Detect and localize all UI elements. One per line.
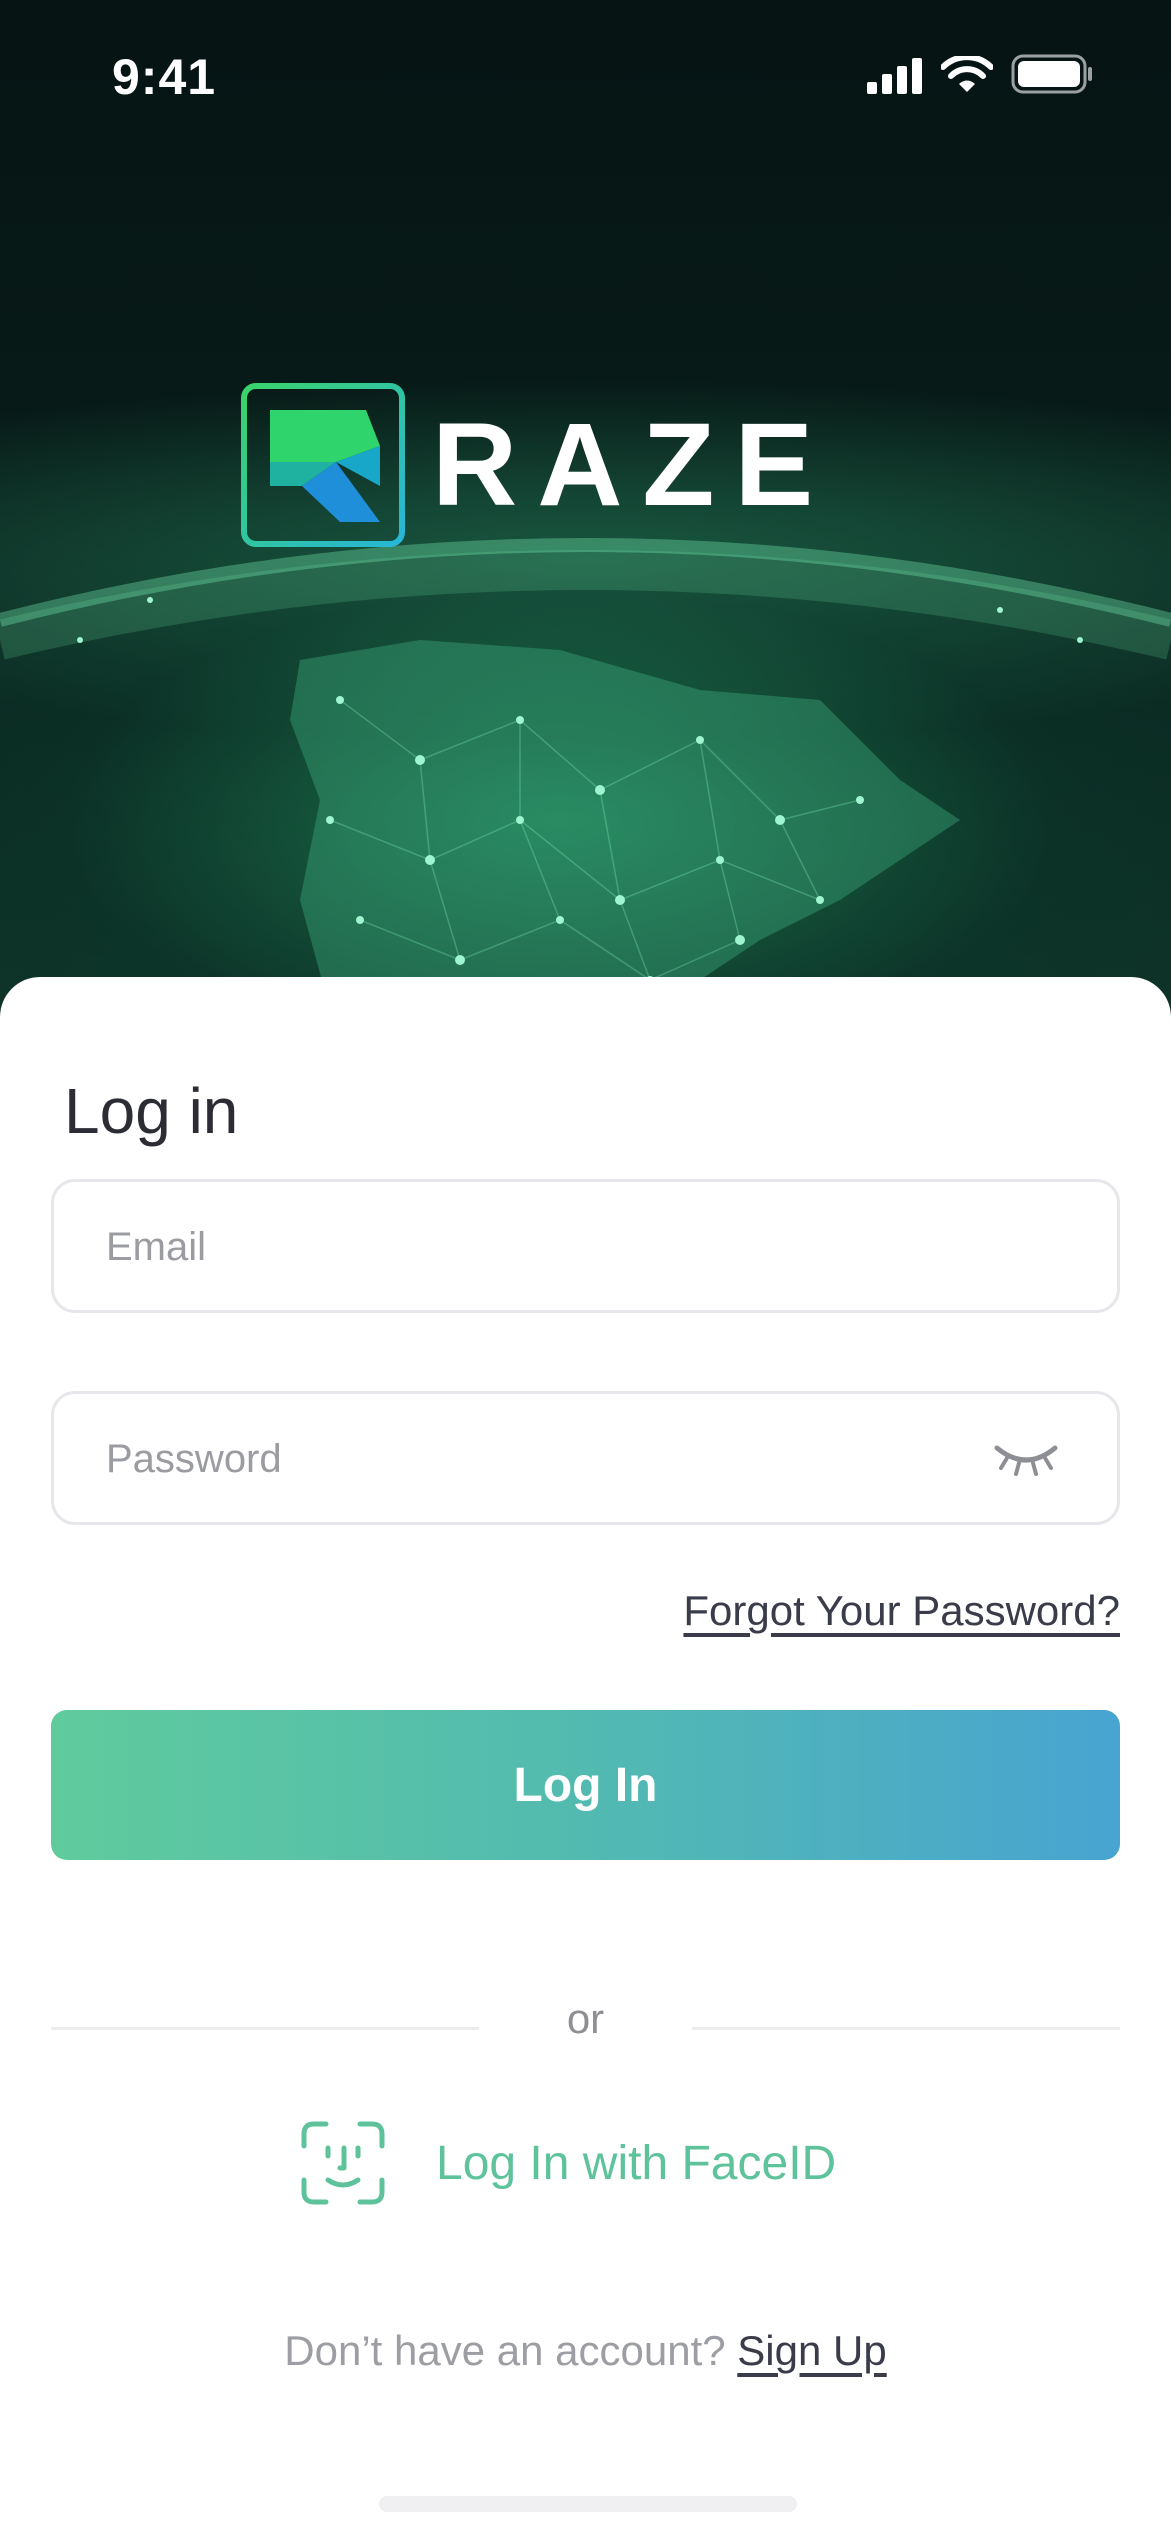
signup-link[interactable]: Sign Up xyxy=(737,2327,886,2374)
signup-prompt-text: Don’t have an account? xyxy=(284,2327,726,2374)
status-icons xyxy=(867,54,1093,94)
status-time: 9:41 xyxy=(112,49,217,105)
wifi-icon xyxy=(941,56,993,92)
brand-wordmark: RAZE xyxy=(432,399,834,531)
cellular-signal-icon xyxy=(867,58,922,94)
signup-prompt-row: Don’t have an account? Sign Up xyxy=(0,2327,1171,2375)
email-input[interactable] xyxy=(104,1182,1008,1312)
password-field-container xyxy=(51,1391,1120,1525)
email-field-container xyxy=(51,1179,1120,1313)
home-indicator xyxy=(379,2496,797,2512)
divider-right xyxy=(692,2027,1120,2030)
hero-background: 9:41 RAZE xyxy=(0,0,1171,1010)
eye-closed-icon[interactable] xyxy=(993,1438,1059,1478)
faceid-icon xyxy=(301,2121,385,2205)
status-bar: 9:41 xyxy=(0,0,1171,150)
battery-icon xyxy=(1011,54,1092,94)
login-sheet: Log in Forgot Your Password? Log In or xyxy=(0,977,1171,2537)
brand-logo: RAZE xyxy=(240,382,833,548)
or-label: or xyxy=(566,1995,605,2042)
page-title: Log in xyxy=(64,1075,239,1147)
faceid-label: Log In with FaceID xyxy=(436,2136,837,2190)
raze-logo-icon xyxy=(241,383,405,547)
password-input[interactable] xyxy=(104,1394,1008,1524)
forgot-password-link[interactable]: Forgot Your Password? xyxy=(683,1587,1120,1635)
faceid-login-button[interactable]: Log In with FaceID xyxy=(300,2120,836,2206)
login-button[interactable]: Log In xyxy=(51,1710,1120,1860)
